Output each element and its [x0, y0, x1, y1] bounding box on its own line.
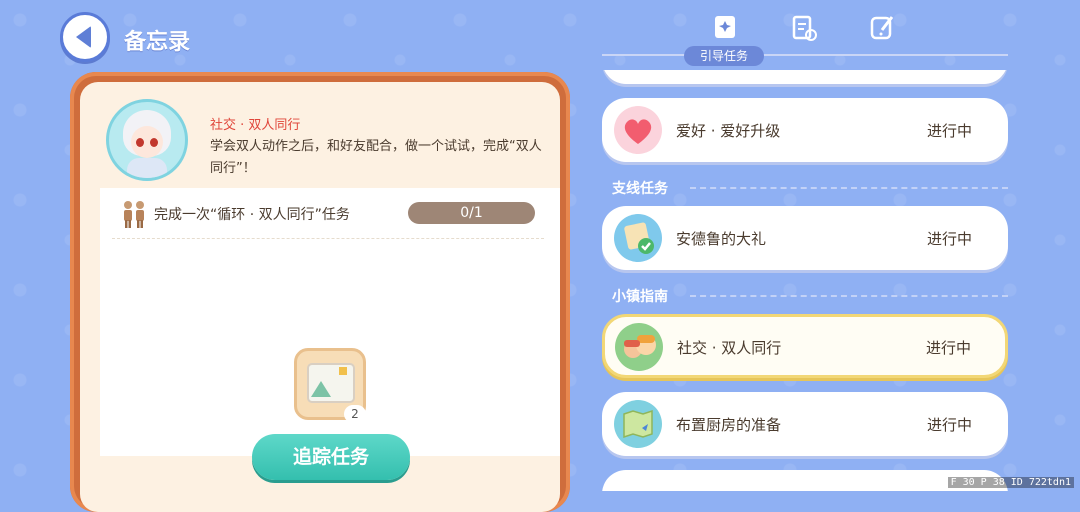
list-item-duo-walk-selected[interactable]: 社交 · 双人同行 进行中: [602, 314, 1008, 378]
item-label: 安德鲁的大礼: [676, 230, 767, 248]
reward-count: 2: [344, 405, 366, 423]
divider: [112, 238, 544, 239]
item-label: 社交 · 双人同行: [677, 339, 782, 357]
item-label: 爱好 · 爱好升级: [676, 122, 781, 140]
item-status: 进行中: [926, 122, 972, 140]
tab-guide-book-icon[interactable]: [711, 14, 739, 42]
section-divider: [690, 295, 1008, 297]
objective-text: 完成一次“循环 · 双人同行”任务: [154, 207, 350, 223]
tab-guide-tasks[interactable]: 引导任务: [684, 46, 764, 66]
item-label: 布置厨房的准备: [676, 416, 782, 434]
debug-overlay: F 30 P 38 ID 722tdn1: [947, 477, 1074, 488]
page-title: 备忘录: [124, 30, 191, 55]
letter-check-icon: [614, 214, 662, 262]
back-arrow-icon: [75, 26, 91, 48]
task-detail-panel: 社交 · 双人同行 学会双人动作之后，和好友配合，做一个试试，完成“双人同行”！…: [80, 82, 560, 512]
section-divider: [690, 187, 1008, 189]
tab-underline: [602, 54, 1008, 56]
item-status: 进行中: [926, 416, 972, 434]
item-status: 进行中: [925, 339, 971, 357]
section-town-guide: 小镇指南: [612, 289, 668, 305]
task-detail-card: 社交 · 双人同行 学会双人动作之后，和好友配合，做一个试试，完成“双人同行”！…: [70, 72, 570, 512]
tab-note-edit-icon[interactable]: [868, 14, 896, 42]
two-friends-icon: [615, 323, 663, 371]
list-item-kitchen[interactable]: 布置厨房的准备 进行中: [602, 392, 1008, 456]
task-list[interactable]: 爱好 · 爱好升级 进行中 支线任务 安德鲁的大礼 进行中 小镇指南 社交 · …: [600, 70, 1010, 491]
section-side-quests: 支线任务: [612, 181, 668, 197]
list-item[interactable]: [602, 70, 1008, 84]
two-people-icon: [124, 201, 144, 228]
task-description: 学会双人动作之后，和好友配合，做一个试试，完成“双人同行”！: [210, 139, 542, 176]
item-status: 进行中: [926, 230, 972, 248]
track-task-button[interactable]: 追踪任务: [252, 434, 410, 480]
heart-icon: [614, 106, 662, 154]
back-button[interactable]: [60, 12, 110, 62]
map-icon: [614, 400, 662, 448]
list-item-andrew-gift[interactable]: 安德鲁的大礼 进行中: [602, 206, 1008, 270]
list-item-hobby[interactable]: 爱好 · 爱好升级 进行中: [602, 98, 1008, 162]
npc-avatar: [106, 99, 188, 181]
progress-bar: 0/1: [408, 202, 535, 224]
task-name: 社交 · 双人同行: [210, 118, 301, 133]
tab-clipboard-icon[interactable]: [790, 14, 818, 42]
